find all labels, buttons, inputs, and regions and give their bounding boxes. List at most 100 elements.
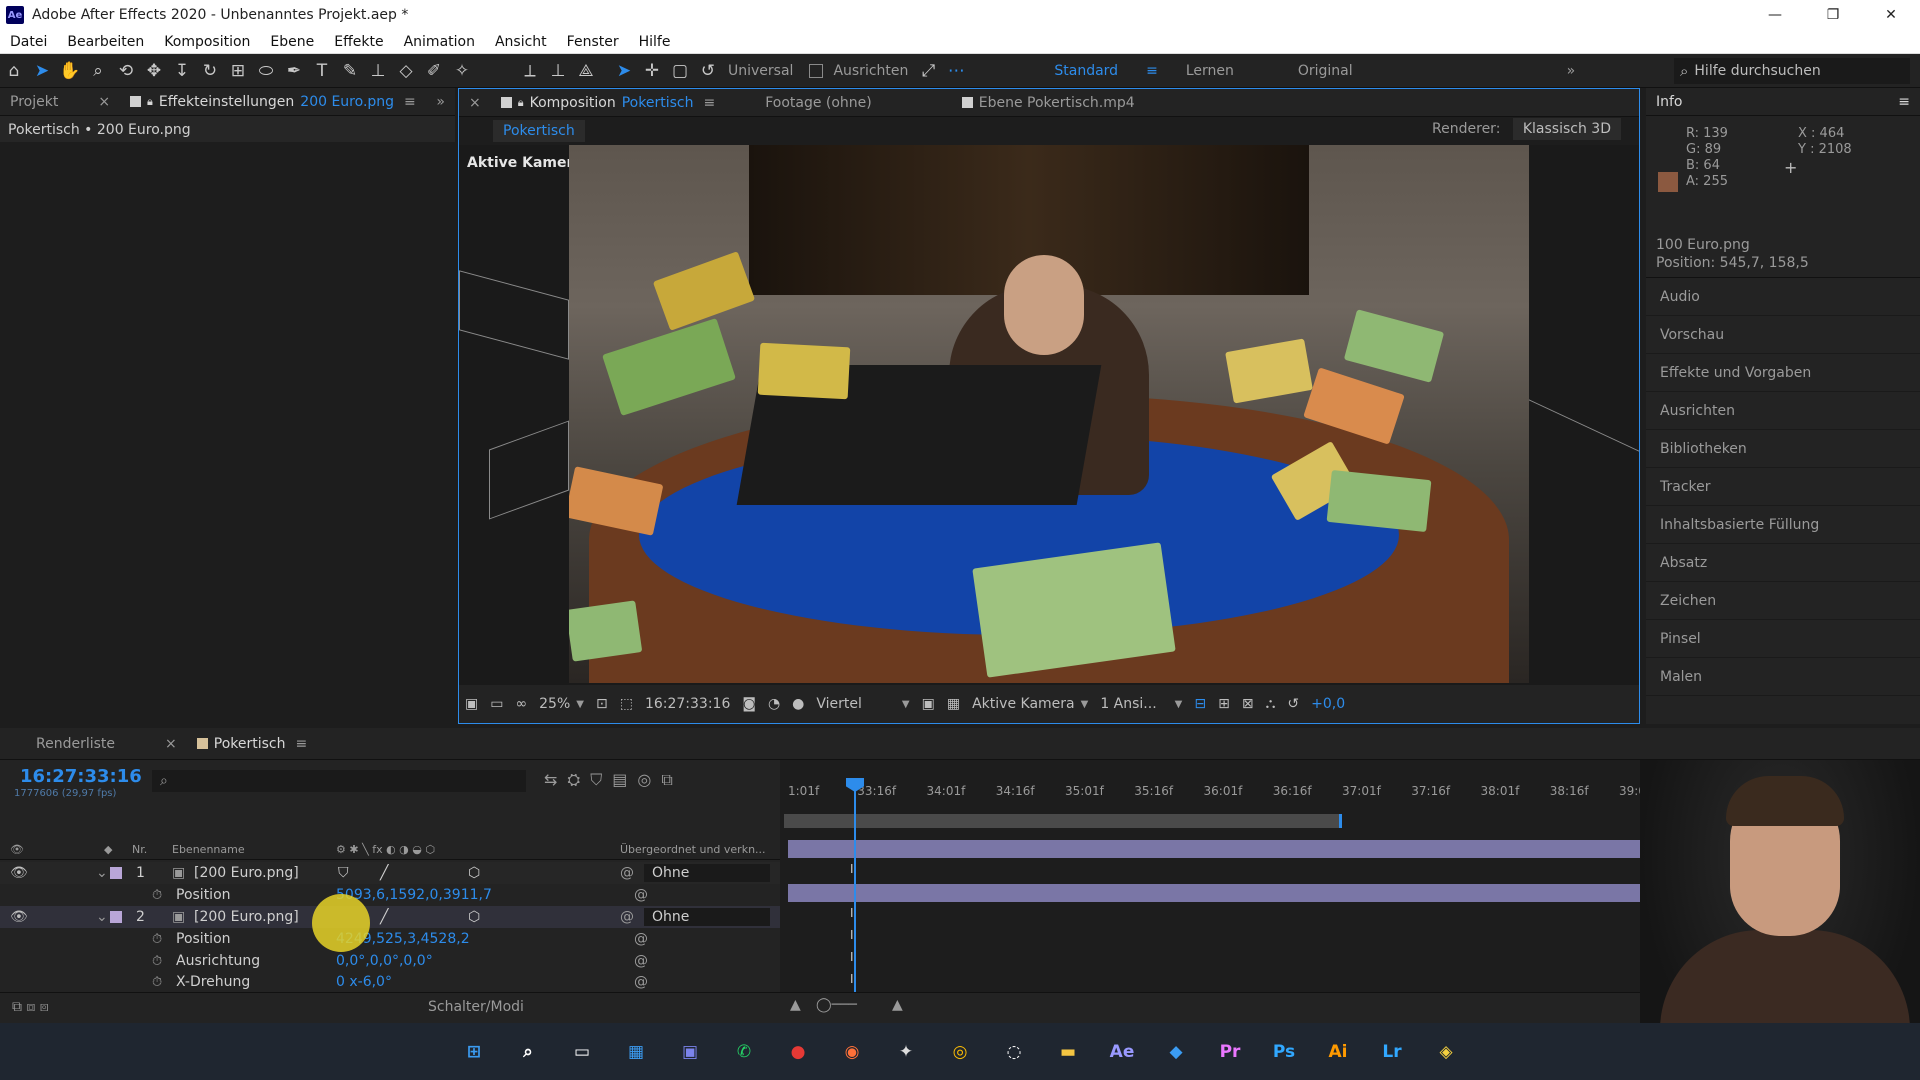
lightroom-icon[interactable]: Lr: [1373, 1033, 1411, 1071]
monitor-icon[interactable]: ▭: [490, 696, 503, 712]
fit-icon[interactable]: ⊡: [596, 696, 608, 712]
maps-icon[interactable]: ◆: [1157, 1033, 1195, 1071]
zoom-in-icon[interactable]: ▲: [892, 997, 903, 1013]
menu-ebene[interactable]: Ebene: [260, 34, 324, 50]
euro-bill-200[interactable]: [1225, 338, 1313, 404]
3d-layer-icon[interactable]: ⬡: [468, 909, 480, 925]
euro-bill-100[interactable]: [602, 318, 736, 416]
snapshot-camera-icon[interactable]: ◙: [742, 696, 756, 712]
menu-hilfe[interactable]: Hilfe: [629, 34, 681, 50]
panel-inhaltsbasierte-fuellung[interactable]: Inhaltsbasierte Füllung: [1646, 506, 1920, 544]
tab-projekt[interactable]: Projekt: [0, 88, 68, 116]
fast-preview-icon[interactable]: ▣: [922, 696, 935, 712]
euro-bill-200[interactable]: [652, 251, 756, 331]
maximize-button[interactable]: ❐: [1804, 0, 1862, 30]
more-workspaces-icon[interactable]: »: [1567, 63, 1576, 79]
property-row[interactable]: ⏱ Position 4249,525,3,4528,2 @: [0, 928, 780, 950]
keyframe-marker-icon[interactable]: I: [850, 972, 854, 986]
teams-icon[interactable]: ▣: [671, 1033, 709, 1071]
move-icon[interactable]: ✛: [638, 57, 666, 85]
chrome-icon[interactable]: ◎: [941, 1033, 979, 1071]
comp-mini-flowchart-icon[interactable]: ⇆: [544, 770, 557, 790]
whatsapp-icon[interactable]: ✆: [725, 1033, 763, 1071]
panel-pinsel[interactable]: Pinsel: [1646, 620, 1920, 658]
tab-effekteinstellungen[interactable]: 🔒︎ Effekteinstellungen 200 Euro.png ≡: [120, 88, 426, 116]
chevron-down-icon[interactable]: ⌄: [96, 909, 108, 925]
workspace-standard[interactable]: Standard: [1054, 63, 1118, 79]
playhead-line[interactable]: [854, 778, 856, 992]
record-icon[interactable]: ●: [779, 1033, 817, 1071]
view-axis-icon[interactable]: ⟁: [572, 57, 600, 85]
vr-icon[interactable]: ∞: [515, 696, 527, 712]
panel-absatz[interactable]: Absatz: [1646, 544, 1920, 582]
snap-checkbox[interactable]: [809, 63, 824, 78]
tab-renderliste[interactable]: Renderliste: [26, 730, 125, 758]
panel-malen[interactable]: Malen: [1646, 658, 1920, 696]
reset-exposure-icon[interactable]: ↺: [1287, 696, 1299, 712]
pickwhip-icon[interactable]: @: [620, 909, 634, 925]
property-row[interactable]: ⏱ Ausrichtung 0,0°,0,0°,0,0° @: [0, 950, 780, 972]
pickwhip-icon[interactable]: @: [620, 865, 634, 881]
comp-panel-menu-icon[interactable]: ≡: [703, 95, 715, 111]
panel-effekte-und-vorgaben[interactable]: Effekte und Vorgaben: [1646, 354, 1920, 392]
pickwhip-icon[interactable]: @: [634, 931, 648, 947]
frame-blending-icon[interactable]: ▤: [612, 770, 627, 790]
draft-3d-icon[interactable]: ⛭: [567, 770, 580, 790]
3d-draft-icon[interactable]: ⛬: [1266, 696, 1276, 712]
panel-menu-icon[interactable]: ≡: [404, 94, 416, 110]
motion-blur-icon[interactable]: ◎: [637, 770, 651, 790]
explorer-icon[interactable]: ▬: [1049, 1033, 1087, 1071]
always-preview-icon[interactable]: ▣: [465, 696, 478, 712]
tab-pokertisch-timeline[interactable]: Pokertisch ≡: [187, 730, 317, 758]
quality-switch-icon[interactable]: ╱: [380, 909, 388, 925]
euro-bill-100[interactable]: [569, 600, 643, 662]
menu-ansicht[interactable]: Ansicht: [485, 34, 557, 50]
orbit-camera-icon[interactable]: ⟲: [112, 57, 140, 85]
show-snapshot-icon[interactable]: ◔: [768, 696, 780, 712]
menu-animation[interactable]: Animation: [394, 34, 485, 50]
eye-icon[interactable]: 👁︎: [10, 909, 28, 925]
shy-switch-icon[interactable]: ⛉: [338, 865, 349, 881]
zoom-tool-icon[interactable]: ⌕: [84, 57, 112, 85]
world-axis-icon[interactable]: ⊥: [544, 57, 572, 85]
roto-brush-icon[interactable]: ✐: [420, 57, 448, 85]
layer-name[interactable]: [200 Euro.png]: [194, 865, 299, 881]
anchor-point-tool-icon[interactable]: ⊞: [224, 57, 252, 85]
pickwhip-icon[interactable]: @: [634, 953, 648, 969]
selection-tool-icon[interactable]: ➤: [28, 57, 56, 85]
eye-icon[interactable]: 👁︎: [10, 865, 28, 881]
local-axis-icon[interactable]: ⟂: [516, 57, 544, 85]
tool-icon[interactable]: ✦: [887, 1033, 925, 1071]
axis-mode-label[interactable]: Universal: [728, 63, 793, 79]
color-channels-icon[interactable]: ●: [792, 696, 804, 712]
layer-row-1[interactable]: 👁︎ ⌄ 1 ▣ [200 Euro.png] ⛉ ╱ ⬡ @ Ohne: [0, 862, 780, 884]
keyframe-marker-icon[interactable]: I: [850, 906, 854, 920]
quality-switch-icon[interactable]: ╱: [380, 865, 388, 881]
comp-flow-tab[interactable]: Pokertisch: [493, 120, 585, 142]
camera-select[interactable]: Aktive Kamera ▼: [972, 696, 1088, 712]
transparency-grid-icon[interactable]: ▦: [947, 696, 960, 712]
close-comp-tab-icon[interactable]: ×: [459, 89, 491, 117]
layer-row-2[interactable]: 👁︎ ⌄ 2 ▣ [200 Euro.png] ╱ ⬡ @ Ohne: [0, 906, 780, 928]
shy-layers-icon[interactable]: ⛉: [590, 770, 602, 790]
minimize-button[interactable]: —: [1746, 0, 1804, 30]
home-icon[interactable]: ⌂: [0, 57, 28, 85]
app-icon[interactable]: ◈: [1427, 1033, 1465, 1071]
premiere-icon[interactable]: Pr: [1211, 1033, 1249, 1071]
brush-tool-icon[interactable]: ✎: [336, 57, 364, 85]
search-icon[interactable]: ⌕: [509, 1033, 547, 1071]
toggle-switches-modes[interactable]: Schalter/Modi: [428, 999, 524, 1015]
panel-zeichen[interactable]: Zeichen: [1646, 582, 1920, 620]
layer-search-input[interactable]: ⌕: [152, 770, 526, 792]
composition-viewer[interactable]: Aktive Kamera: [459, 145, 1639, 685]
tab-komposition[interactable]: 🔒︎ Komposition Pokertisch ≡: [491, 89, 725, 117]
menu-effekte[interactable]: Effekte: [324, 34, 393, 50]
exposure-value[interactable]: +0,0: [1311, 696, 1345, 712]
hand-tool-icon[interactable]: ✋: [56, 57, 84, 85]
menu-komposition[interactable]: Komposition: [154, 34, 260, 50]
chevron-down-icon[interactable]: ⌄: [96, 865, 108, 881]
pen-tool-icon[interactable]: ✒: [280, 57, 308, 85]
flowchart-icon[interactable]: ⊠: [1242, 696, 1254, 712]
illustrator-icon[interactable]: Ai: [1319, 1033, 1357, 1071]
work-area-bar[interactable]: [784, 814, 1342, 828]
